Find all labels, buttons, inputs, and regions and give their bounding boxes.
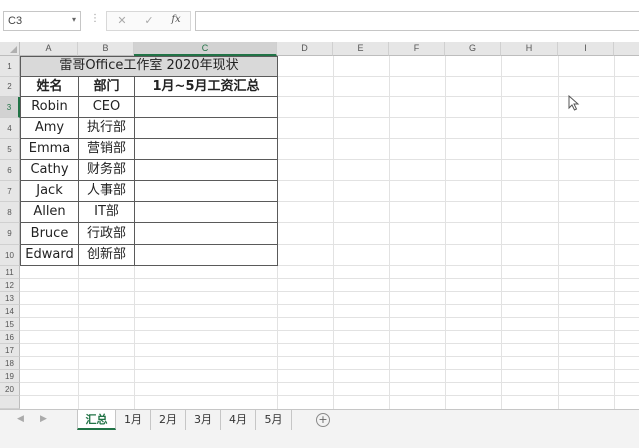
chevron-down-icon[interactable]: ▾ (72, 15, 76, 24)
cell-dept[interactable]: 营销部 (79, 139, 134, 159)
cell-dept[interactable]: 人事部 (79, 181, 134, 201)
select-all-button[interactable] (0, 42, 20, 56)
tab-scroll-left-icon[interactable]: ◀ (17, 414, 24, 424)
tab-april[interactable]: 4月 (221, 410, 256, 430)
row-header-20[interactable]: 20 (0, 383, 20, 396)
tab-scroll-right-icon[interactable]: ▶ (40, 414, 47, 424)
header-salary-total[interactable]: 1月~5月工资汇总 (135, 77, 277, 96)
column-header-h[interactable]: H (501, 42, 558, 56)
column-header-i[interactable]: I (558, 42, 614, 56)
cell-dept[interactable]: 执行部 (79, 118, 134, 138)
column-header-g[interactable]: G (445, 42, 501, 56)
formula-bar: C3 ▾ ⋮ ✕ ✓ fx (0, 0, 639, 40)
cell-name[interactable]: Cathy (21, 160, 78, 180)
cell-salary[interactable] (135, 202, 277, 222)
cell-name[interactable]: Edward (21, 245, 78, 265)
cell-salary[interactable] (135, 181, 277, 201)
formula-buttons: ✕ ✓ fx (106, 11, 191, 31)
row-header-5[interactable]: 5 (0, 139, 20, 160)
sheet-tabs-bar: ◀ ▶ 汇总 1月 2月 3月 4月 5月 + (0, 409, 639, 431)
row-header-6[interactable]: 6 (0, 160, 20, 181)
row-header-2[interactable]: 2 (0, 77, 20, 97)
tab-may[interactable]: 5月 (256, 410, 292, 430)
cell-dept[interactable]: IT部 (79, 202, 134, 222)
cell-name[interactable]: Robin (21, 97, 78, 117)
tab-january[interactable]: 1月 (116, 410, 151, 430)
cancel-icon[interactable]: ✕ (115, 14, 129, 27)
cell-salary[interactable] (135, 223, 277, 244)
table-border (20, 56, 21, 266)
row-header-1[interactable]: 1 (0, 56, 20, 77)
mouse-pointer-icon (568, 95, 580, 111)
row-header-13[interactable]: 13 (0, 292, 20, 305)
column-header-b[interactable]: B (78, 42, 134, 56)
name-box[interactable]: C3 ▾ (3, 11, 81, 31)
column-header-a[interactable]: A (20, 42, 78, 56)
row-header-10[interactable]: 10 (0, 245, 20, 266)
row-header-21[interactable] (0, 396, 20, 409)
column-header-f[interactable]: F (389, 42, 445, 56)
table-border (20, 222, 278, 223)
row-header-4[interactable]: 4 (0, 118, 20, 139)
header-name[interactable]: 姓名 (21, 77, 78, 96)
table-border (277, 56, 278, 266)
row-header-9[interactable]: 9 (0, 223, 20, 245)
table-border (20, 138, 278, 139)
column-header-e[interactable]: E (333, 42, 389, 56)
cell-salary[interactable] (135, 245, 277, 265)
add-sheet-icon[interactable]: + (316, 413, 330, 427)
table-border (20, 201, 278, 202)
row-header-18[interactable]: 18 (0, 357, 20, 370)
cell-dept[interactable]: CEO (79, 97, 134, 117)
cell-salary[interactable] (135, 160, 277, 180)
enter-icon[interactable]: ✓ (142, 14, 156, 27)
row-header-16[interactable]: 16 (0, 331, 20, 344)
tab-summary[interactable]: 汇总 (77, 410, 116, 430)
row-header-14[interactable]: 14 (0, 305, 20, 318)
cell-dept[interactable]: 财务部 (79, 160, 134, 180)
table-border (20, 76, 278, 77)
row-header-11[interactable]: 11 (0, 266, 20, 279)
more-options-icon[interactable]: ⋮ (90, 13, 100, 24)
table-border (20, 180, 278, 181)
cell-salary[interactable] (135, 97, 277, 117)
table-border (134, 76, 135, 266)
cell-dept[interactable]: 创新部 (79, 245, 134, 265)
tab-february[interactable]: 2月 (151, 410, 186, 430)
column-header-d[interactable]: D (277, 42, 333, 56)
sheet-title[interactable]: 雷哥Office工作室 2020年现状 (21, 56, 277, 76)
cell-name[interactable]: Jack (21, 181, 78, 201)
row-header-12[interactable]: 12 (0, 279, 20, 292)
row-header-17[interactable]: 17 (0, 344, 20, 357)
cell-name[interactable]: Bruce (21, 223, 78, 244)
table-border (78, 76, 79, 266)
row-header-8[interactable]: 8 (0, 202, 20, 223)
column-header-c[interactable]: C (134, 42, 277, 56)
tab-march[interactable]: 3月 (186, 410, 221, 430)
table-border (20, 96, 278, 97)
row-header-19[interactable]: 19 (0, 370, 20, 383)
row-header-15[interactable]: 15 (0, 318, 20, 331)
column-header-j[interactable] (614, 42, 639, 56)
table-border (20, 159, 278, 160)
cell-name[interactable]: Amy (21, 118, 78, 138)
header-dept[interactable]: 部门 (79, 77, 134, 96)
row-header-7[interactable]: 7 (0, 181, 20, 202)
insert-function-icon[interactable]: fx (169, 14, 183, 25)
name-box-value: C3 (8, 15, 23, 27)
table-border (20, 244, 278, 245)
cell-dept[interactable]: 行政部 (79, 223, 134, 244)
cell-salary[interactable] (135, 139, 277, 159)
cell-name[interactable]: Allen (21, 202, 78, 222)
table-border (20, 56, 278, 57)
row-header-3[interactable]: 3 (0, 97, 20, 118)
table-border (20, 265, 278, 266)
cell-salary[interactable] (135, 118, 277, 138)
formula-input[interactable] (195, 11, 639, 31)
table-border (20, 117, 278, 118)
status-bar (0, 431, 639, 448)
cell-name[interactable]: Emma (21, 139, 78, 159)
